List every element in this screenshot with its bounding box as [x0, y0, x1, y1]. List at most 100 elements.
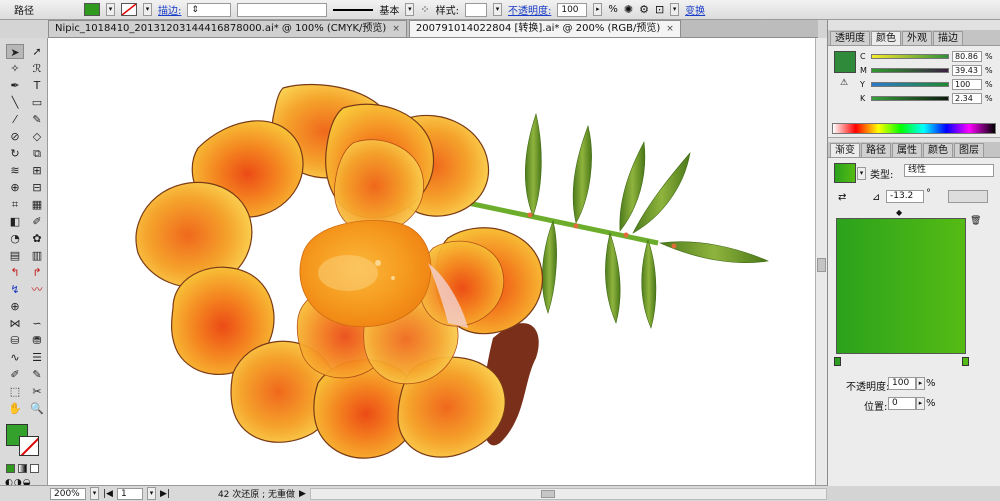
opacity-dropdown[interactable]: ▸	[593, 3, 603, 16]
channel-value[interactable]: 80.86	[952, 50, 982, 62]
delete-stop-icon[interactable]: 🗑	[970, 216, 981, 226]
tab-close-icon[interactable]: ×	[666, 21, 674, 37]
line-tool-icon[interactable]: ╲	[6, 95, 24, 110]
rectangle-tool-icon[interactable]: ▭	[28, 95, 46, 110]
pencil-tool-icon[interactable]: ✎	[28, 112, 46, 127]
width-tool-icon[interactable]: ≋	[6, 163, 24, 178]
free-transform-tool-icon[interactable]: ⊞	[28, 163, 46, 178]
color-spectrum-bar[interactable]	[832, 123, 996, 134]
column-graph-tool-icon[interactable]: ▤	[6, 248, 24, 263]
stroke-weight-field[interactable]: ⇕	[187, 2, 232, 17]
color-mode-icon[interactable]	[6, 464, 15, 473]
align-grid-icon[interactable]: ⊡	[655, 3, 664, 16]
artboard-field[interactable]: 1	[116, 487, 143, 500]
horizontal-scroll-thumb[interactable]	[540, 489, 555, 498]
lasso-tool-icon[interactable]: ℛ	[28, 61, 46, 76]
custom-red-tool-3-icon[interactable]: 〰	[28, 282, 46, 297]
document-setup-icon[interactable]: ⚙	[639, 3, 649, 16]
opacity-field[interactable]: 100	[557, 2, 588, 17]
rotate-tool-icon[interactable]: ↻	[6, 146, 24, 161]
gradient-thumbnail[interactable]	[834, 163, 856, 183]
gradient-stop-left[interactable]	[834, 357, 841, 366]
wave-tool-icon[interactable]: ∿	[6, 350, 24, 365]
stamp-tool-1-icon[interactable]: ⛁	[6, 333, 24, 348]
eyedropper-2-tool-icon[interactable]: ✐	[6, 367, 24, 382]
stop-location-dropdown[interactable]: ▸	[916, 397, 925, 410]
tab-color-2[interactable]: 颜色	[923, 143, 953, 157]
gradient-mode-icon[interactable]	[18, 464, 27, 473]
zoom-dropdown[interactable]: ▾	[90, 487, 99, 500]
target-tool-icon[interactable]: ⊕	[6, 299, 24, 314]
stroke-none-swatch[interactable]	[121, 3, 137, 16]
tab-document-1[interactable]: Nipic_1018410_20131203144416878000.ai* @…	[48, 20, 407, 37]
angle-field[interactable]: -13.2	[886, 190, 924, 203]
hand-tool-icon[interactable]: ✋	[6, 401, 24, 416]
prev-artboard-icon[interactable]: |◀	[103, 489, 113, 499]
none-mode-icon[interactable]	[30, 464, 39, 473]
selection-tool-icon[interactable]: ➤	[6, 44, 24, 59]
reverse-gradient-icon[interactable]: ⇄	[838, 192, 846, 203]
out-of-gamut-icon[interactable]: ⚠	[840, 78, 848, 88]
stamp-tool-2-icon[interactable]: ⛃	[28, 333, 46, 348]
custom-blue-tool-icon[interactable]: ↯	[6, 282, 24, 297]
pen-tool-icon[interactable]: ✒	[6, 78, 24, 93]
envelope-tool-2-icon[interactable]: ∽	[28, 316, 46, 331]
tab-stroke[interactable]: 描边	[933, 31, 963, 45]
scale-tool-icon[interactable]: ⧉	[28, 146, 46, 161]
gradient-type-select[interactable]: 线性	[904, 164, 994, 177]
blob-brush-tool-icon[interactable]: ⊘	[6, 129, 24, 144]
mesh-tool-icon[interactable]: ▦	[28, 197, 46, 212]
slice-tool-icon[interactable]: ✂	[28, 384, 46, 399]
transform-link[interactable]: 变换	[685, 2, 705, 17]
zoom-field[interactable]: 200%	[50, 487, 86, 500]
bar-graph-tool-icon[interactable]: ▥	[28, 248, 46, 263]
tab-document-2[interactable]: 2007910140228​04 [转换].ai* @ 200% (RGB/预览…	[408, 20, 681, 37]
perspective-grid-tool-icon[interactable]: ⌗	[6, 197, 24, 212]
gradient-midpoint-icon[interactable]: ◆	[896, 208, 902, 217]
status-menu-icon[interactable]: ▶	[299, 489, 306, 499]
variable-width-field[interactable]	[237, 2, 328, 17]
graphic-style-swatch[interactable]	[464, 2, 487, 17]
tab-color[interactable]: 颜色	[871, 31, 901, 45]
opacity-label-link[interactable]: 不透明度:	[508, 2, 551, 17]
eraser-tool-icon[interactable]: ◇	[28, 129, 46, 144]
stroke-dropdown[interactable]: ▾	[143, 3, 152, 16]
flower-artwork[interactable]	[48, 38, 815, 485]
stop-opacity-field[interactable]: 100	[888, 377, 916, 390]
eyedropper-tool-icon[interactable]: ✐	[28, 214, 46, 229]
channel-slider[interactable]	[871, 53, 949, 59]
channel-value[interactable]: 39.43	[952, 64, 982, 76]
stop-opacity-dropdown[interactable]: ▸	[916, 377, 925, 390]
fill-dropdown[interactable]: ▾	[106, 3, 115, 16]
style-dropdown[interactable]: ▾	[492, 3, 502, 16]
stroke-swatch[interactable]	[19, 436, 39, 456]
direct-selection-tool-icon[interactable]: ➚	[28, 44, 46, 59]
type-tool-icon[interactable]: T	[28, 78, 46, 93]
magic-wand-tool-icon[interactable]: ✧	[6, 61, 24, 76]
symbol-sprayer-tool-icon[interactable]: ✿	[28, 231, 46, 246]
channel-value[interactable]: 100	[952, 78, 982, 90]
brush-dropdown[interactable]: ▾	[405, 3, 415, 16]
stop-location-field[interactable]: 0	[888, 397, 916, 410]
channel-slider[interactable]	[871, 67, 949, 73]
artboard-tool-icon[interactable]: ⬚	[6, 384, 24, 399]
tab-appearance[interactable]: 外观	[902, 31, 932, 45]
brush-options-icon[interactable]: ⁘	[420, 3, 429, 16]
gradient-thumb-dropdown[interactable]: ▾	[857, 167, 866, 180]
tab-transparency[interactable]: 透明度	[830, 31, 870, 45]
gradient-tool-icon[interactable]: ◧	[6, 214, 24, 229]
live-paint-tool-icon[interactable]: ⊟	[28, 180, 46, 195]
custom-red-tool-1-icon[interactable]: ↰	[6, 265, 24, 280]
tab-close-icon[interactable]: ×	[392, 21, 400, 37]
zoom-tool-icon[interactable]: 🔍	[28, 401, 46, 416]
tab-pathfinder[interactable]: 路径	[861, 143, 891, 157]
artboard-canvas[interactable]	[48, 38, 815, 485]
custom-red-tool-2-icon[interactable]: ↱	[28, 265, 46, 280]
tab-layers[interactable]: 图层	[954, 143, 984, 157]
stroke-label-link[interactable]: 描边:	[158, 2, 181, 17]
channel-slider[interactable]	[871, 81, 949, 87]
next-artboard-icon[interactable]: ▶|	[160, 489, 170, 499]
fill-color-swatch[interactable]	[84, 3, 100, 16]
channel-slider[interactable]	[871, 95, 949, 101]
pencil-2-tool-icon[interactable]: ✎	[28, 367, 46, 382]
